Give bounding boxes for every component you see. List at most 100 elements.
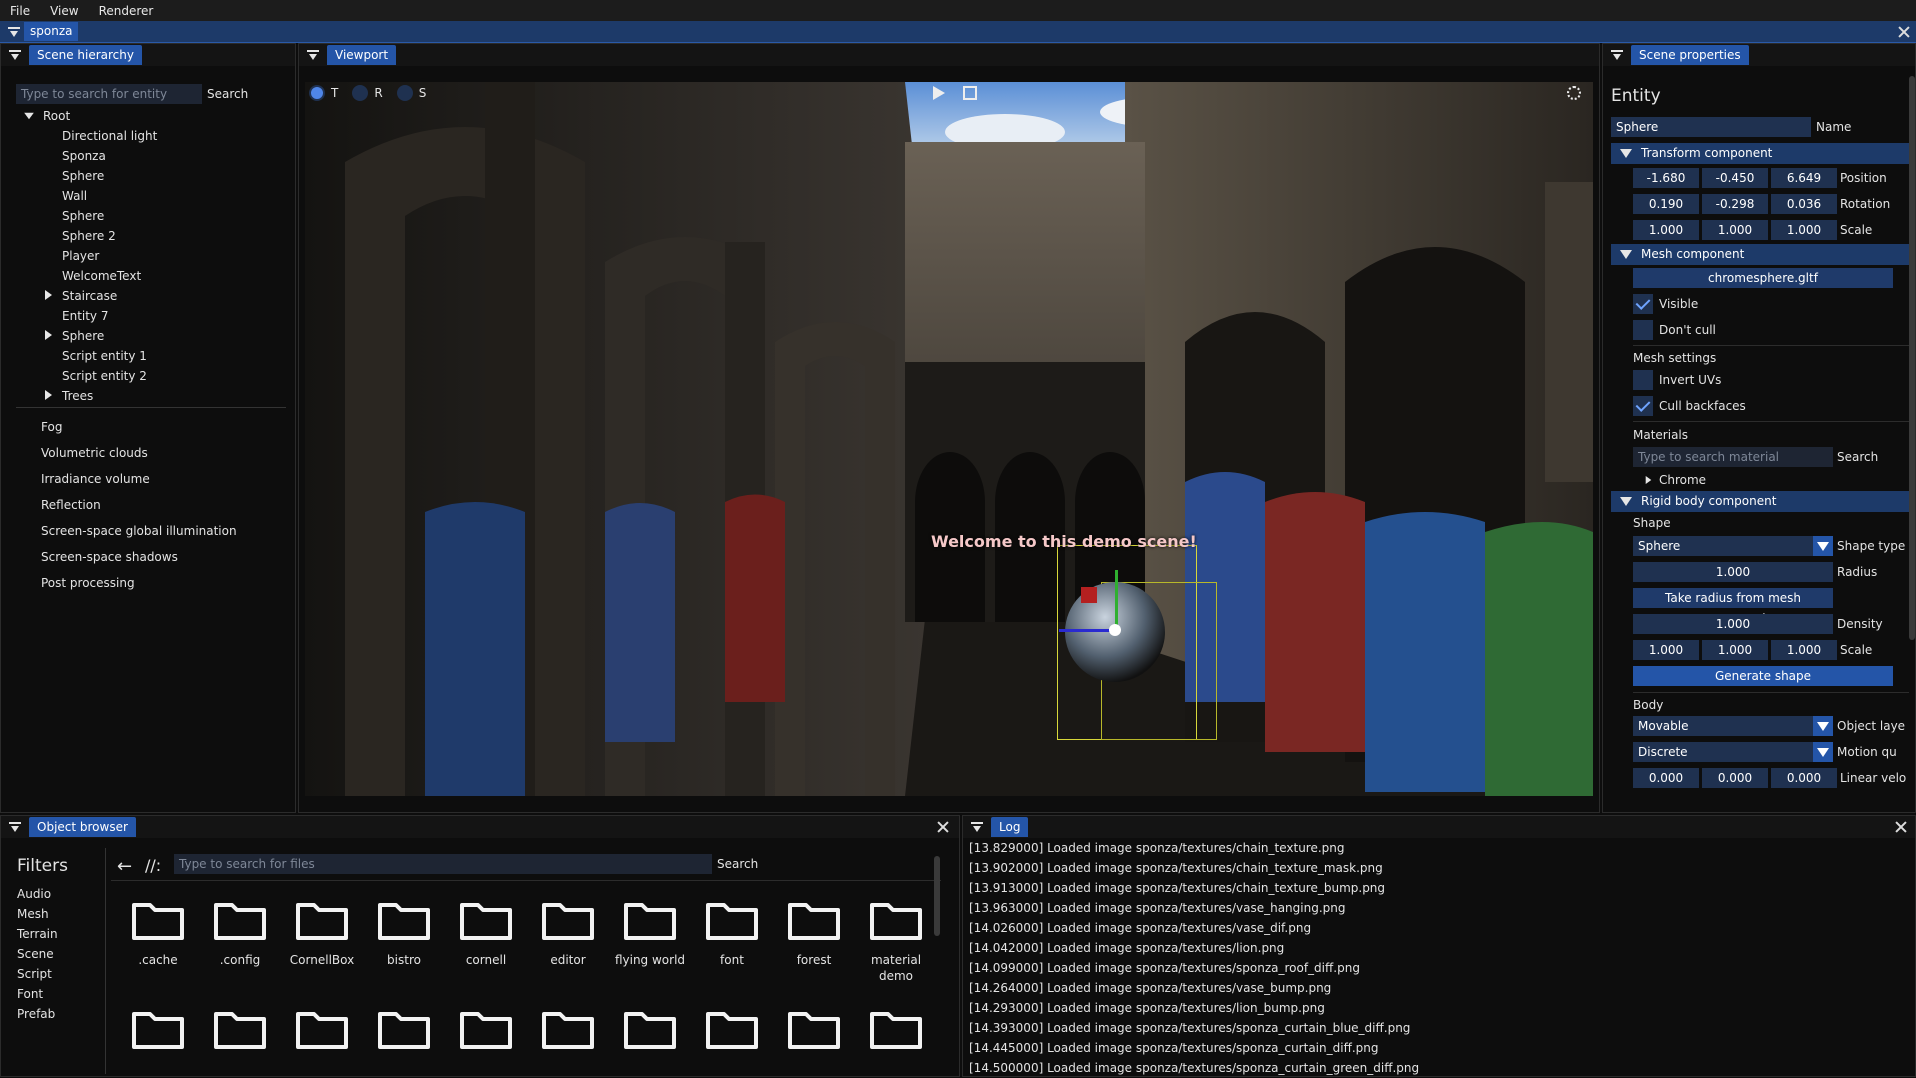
position-y[interactable]: -0.450 <box>1702 168 1768 188</box>
folder-icon[interactable] <box>131 1006 185 1050</box>
close-icon[interactable] <box>1898 26 1910 38</box>
close-icon[interactable] <box>1895 821 1907 833</box>
shape-scale-y[interactable]: 1.000 <box>1702 640 1768 660</box>
folder-icon[interactable] <box>705 897 759 941</box>
tree-item[interactable]: Sphere <box>23 206 293 226</box>
panel-menu-icon[interactable] <box>971 822 983 832</box>
chevron-down-icon[interactable] <box>1813 536 1833 556</box>
scale-radio-icon[interactable] <box>396 85 413 101</box>
gizmo-center-handle[interactable] <box>1109 624 1121 636</box>
folder-icon[interactable] <box>213 1006 267 1050</box>
menu-renderer[interactable]: Renderer <box>89 4 164 18</box>
generate-shape-button[interactable]: Generate shape <box>1633 666 1893 686</box>
panel-menu-icon[interactable] <box>307 50 319 60</box>
tab-sponza[interactable]: sponza <box>24 22 79 41</box>
stop-icon[interactable] <box>963 86 977 100</box>
folder-icon[interactable] <box>459 1006 513 1050</box>
tree-item[interactable]: Sponza <box>23 146 293 166</box>
transform-component-header[interactable]: Transform component <box>1611 143 1909 164</box>
tab-viewport[interactable]: Viewport <box>327 45 397 65</box>
folder-icon[interactable] <box>705 1006 759 1050</box>
gear-icon[interactable] <box>1567 86 1581 100</box>
rotation-x[interactable]: 0.190 <box>1633 194 1699 214</box>
setting-post-processing[interactable]: Post processing <box>41 570 291 596</box>
radius-field[interactable]: 1.000 <box>1633 562 1833 582</box>
gizmo-y-axis[interactable] <box>1115 570 1118 632</box>
folder-name[interactable]: forest <box>774 952 854 968</box>
motion-quality-select[interactable]: Discrete <box>1633 742 1833 762</box>
material-search-button[interactable]: Search <box>1837 450 1878 464</box>
entity-search-button[interactable]: Search <box>207 87 248 101</box>
tab-log[interactable]: Log <box>991 817 1029 837</box>
scene-render[interactable] <box>305 82 1593 796</box>
mesh-component-header[interactable]: Mesh component <box>1611 244 1909 265</box>
folder-name[interactable]: material demo <box>856 952 936 984</box>
tree-item[interactable]: Sphere <box>23 166 293 186</box>
chevron-down-icon[interactable] <box>1813 716 1833 736</box>
panel-menu-icon[interactable] <box>9 50 21 60</box>
folder-name[interactable]: CornellBox <box>282 952 362 968</box>
position-z[interactable]: 6.649 <box>1771 168 1837 188</box>
dock-menu-icon[interactable] <box>8 27 20 37</box>
tree-item[interactable]: Script entity 2 <box>23 366 293 386</box>
entity-name-input[interactable]: Sphere <box>1611 117 1811 137</box>
mesh-file-button[interactable]: chromesphere.gltf <box>1633 268 1893 288</box>
setting-ss-shadows[interactable]: Screen-space shadows <box>41 544 291 570</box>
folder-name[interactable]: flying world <box>610 952 690 968</box>
tree-item[interactable]: Player <box>23 246 293 266</box>
tree-item[interactable]: Script entity 1 <box>23 346 293 366</box>
panel-menu-icon[interactable] <box>1611 50 1623 60</box>
setting-volumetric-clouds[interactable]: Volumetric clouds <box>41 440 291 466</box>
entity-search-input[interactable]: Type to search for entity <box>16 84 202 104</box>
folder-icon[interactable] <box>377 897 431 941</box>
tree-item[interactable]: Entity 7 <box>23 306 293 326</box>
tab-scene-hierarchy[interactable]: Scene hierarchy <box>29 45 142 65</box>
folder-icon[interactable] <box>787 897 841 941</box>
folder-name[interactable]: cornell <box>446 952 526 968</box>
folder-icon[interactable] <box>459 897 513 941</box>
density-field[interactable]: 1.000 <box>1633 614 1833 634</box>
chevron-right-icon[interactable] <box>45 390 52 400</box>
folder-name[interactable]: editor <box>528 952 608 968</box>
folder-name[interactable]: .cache <box>118 952 198 968</box>
folder-icon[interactable] <box>623 897 677 941</box>
rotate-radio-icon[interactable] <box>352 85 369 101</box>
tree-root[interactable]: Root <box>23 106 293 126</box>
chevron-right-icon[interactable] <box>45 290 52 300</box>
folder-icon[interactable] <box>541 897 595 941</box>
folder-name[interactable]: font <box>692 952 772 968</box>
scale-y[interactable]: 1.000 <box>1702 220 1768 240</box>
folder-name[interactable]: bistro <box>364 952 444 968</box>
setting-fog[interactable]: Fog <box>41 414 291 440</box>
menu-view[interactable]: View <box>40 4 88 18</box>
dont-cull-checkbox[interactable] <box>1633 320 1653 340</box>
shape-select[interactable]: Sphere <box>1633 536 1833 556</box>
setting-ssgi[interactable]: Screen-space global illumination <box>41 518 291 544</box>
rigid-body-header[interactable]: Rigid body component <box>1611 491 1909 512</box>
folder-icon[interactable] <box>213 897 267 941</box>
shape-scale-z[interactable]: 1.000 <box>1771 640 1837 660</box>
tree-item[interactable]: Staircase <box>23 286 293 306</box>
translate-radio-icon[interactable] <box>309 85 325 101</box>
folder-icon[interactable] <box>541 1006 595 1050</box>
folder-icon[interactable] <box>377 1006 431 1050</box>
tree-item[interactable]: Sphere <box>23 326 293 346</box>
folder-icon[interactable] <box>623 1006 677 1050</box>
tab-scene-properties[interactable]: Scene properties <box>1631 45 1749 65</box>
tree-item[interactable]: Directional light <box>23 126 293 146</box>
material-item[interactable]: Chrome <box>1659 473 1706 487</box>
object-layer-select[interactable]: Movable <box>1633 716 1833 736</box>
scale-x[interactable]: 1.000 <box>1633 220 1699 240</box>
chevron-right-icon[interactable] <box>1645 476 1652 484</box>
position-x[interactable]: -1.680 <box>1633 168 1699 188</box>
setting-reflection[interactable]: Reflection <box>41 492 291 518</box>
setting-irradiance-volume[interactable]: Irradiance volume <box>41 466 291 492</box>
shape-scale-x[interactable]: 1.000 <box>1633 640 1699 660</box>
folder-icon[interactable] <box>295 897 349 941</box>
folder-icon[interactable] <box>787 1006 841 1050</box>
linear-velocity-y[interactable]: 0.000 <box>1702 768 1768 788</box>
scale-z[interactable]: 1.000 <box>1771 220 1837 240</box>
material-search-input[interactable]: Type to search material <box>1633 447 1833 467</box>
tree-item[interactable]: WelcomeText <box>23 266 293 286</box>
folder-icon[interactable] <box>869 897 923 941</box>
